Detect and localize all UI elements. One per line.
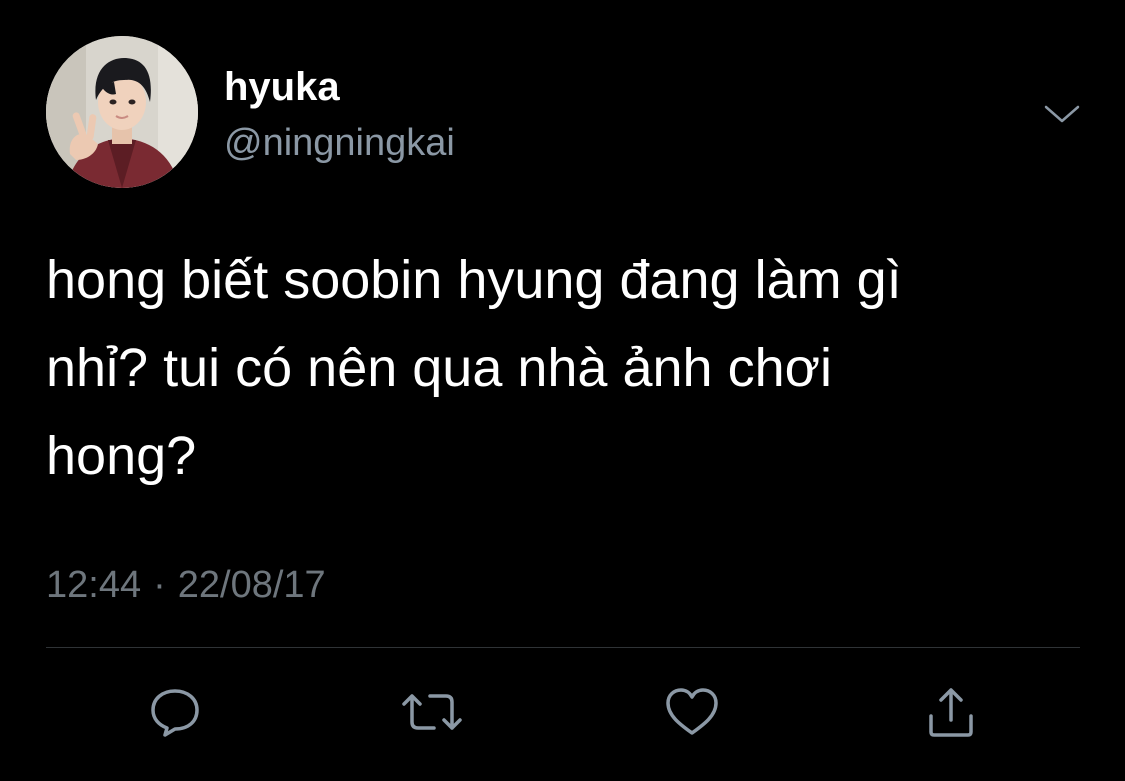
chevron-down-icon — [1044, 105, 1080, 123]
retweet-icon — [402, 694, 462, 730]
like-button[interactable] — [660, 680, 724, 744]
tweet-date: 22/08/17 — [177, 564, 326, 606]
divider — [46, 647, 1080, 648]
share-upload-icon — [929, 688, 973, 737]
reply-button[interactable] — [143, 680, 207, 744]
retweet-button[interactable] — [400, 680, 464, 744]
reply-bubble-icon — [151, 689, 199, 737]
tweet-detail: hyuka @ningningkai hong biết soobin hyun… — [0, 0, 1125, 781]
user-handle[interactable]: @ningningkai — [224, 120, 455, 166]
meta-separator: · — [153, 564, 166, 606]
share-button[interactable] — [919, 680, 983, 744]
tweet-timestamp[interactable]: 12:44 · 22/08/17 — [46, 562, 326, 608]
avatar[interactable] — [46, 36, 198, 188]
tweet-text: hong biết soobin hyung đang làm gì nhỉ? … — [46, 250, 902, 486]
avatar-photo — [46, 36, 198, 188]
display-name[interactable]: hyuka — [224, 64, 340, 110]
heart-icon — [666, 688, 718, 735]
tweet-time: 12:44 — [46, 564, 142, 606]
more-options-button[interactable] — [1036, 92, 1088, 136]
